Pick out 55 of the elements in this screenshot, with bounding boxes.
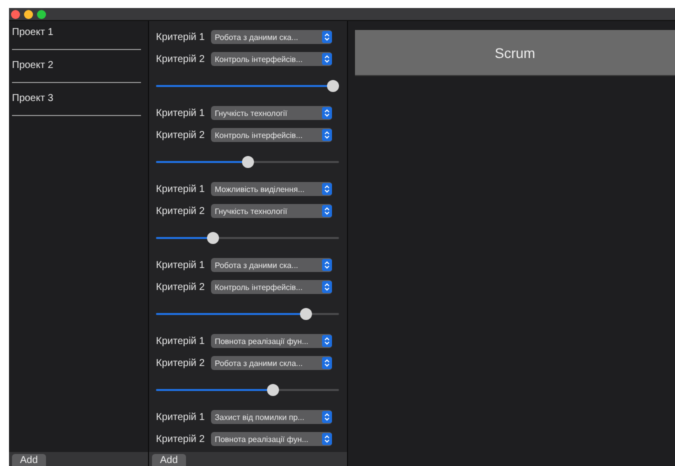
criterion-dropdown[interactable]: Можливість виділення... xyxy=(210,182,332,196)
result-banner: Scrum xyxy=(355,30,675,76)
criterion-label: Критерій 2 xyxy=(156,54,205,64)
criterion-label: Критерій 2 xyxy=(156,206,205,216)
slider[interactable] xyxy=(156,308,339,320)
criterion-dropdown[interactable]: Повнота реалізації фун... xyxy=(210,334,332,348)
stepper-icon xyxy=(322,259,332,271)
criterion-dropdown[interactable]: Контроль інтерфейсів... xyxy=(210,128,332,142)
slider-thumb[interactable] xyxy=(242,156,254,168)
criterion-label: Критерій 2 xyxy=(156,358,205,368)
stepper-icon xyxy=(322,281,332,293)
criterion-dropdown[interactable]: Повнота реалізації фун... xyxy=(210,432,332,446)
stepper-icon xyxy=(322,183,332,195)
criterion-label: Критерій 2 xyxy=(156,130,205,140)
criterion-dropdown[interactable]: Захист від помилки пр... xyxy=(210,410,332,424)
slider[interactable] xyxy=(156,80,339,92)
criterion-dropdown[interactable]: Контроль інтерфейсів... xyxy=(210,280,332,294)
criterion-label: Критерій 1 xyxy=(156,260,205,270)
slider-thumb[interactable] xyxy=(207,232,220,244)
criterion-label: Критерій 2 xyxy=(156,434,205,444)
stepper-icon xyxy=(322,357,332,369)
project-item[interactable]: Проект 1 xyxy=(12,25,141,50)
criterion-label: Критерій 1 xyxy=(156,336,205,346)
criterion-label: Критерій 1 xyxy=(156,32,205,42)
criterion-label: Критерій 1 xyxy=(156,108,205,118)
stepper-icon xyxy=(322,53,332,65)
close-button[interactable] xyxy=(11,10,20,18)
criterion-label: Критерій 1 xyxy=(156,412,205,422)
criterion-dropdown[interactable]: Гнучкість технології xyxy=(210,204,332,218)
add-button[interactable]: Add xyxy=(152,454,186,466)
slider[interactable] xyxy=(156,384,339,396)
criterion-dropdown[interactable]: Гнучкість технології xyxy=(210,106,332,120)
stepper-icon xyxy=(322,335,332,347)
slider-thumb[interactable] xyxy=(267,384,280,396)
criterion-dropdown[interactable]: Робота з даними ска... xyxy=(210,30,332,44)
slider-thumb[interactable] xyxy=(327,80,339,92)
criterion-dropdown[interactable]: Робота з даними скла... xyxy=(210,356,332,370)
project-item[interactable]: Проект 2 xyxy=(12,58,141,83)
slider[interactable] xyxy=(156,156,339,168)
criterion-label: Критерій 1 xyxy=(156,184,205,194)
zoom-button[interactable] xyxy=(37,10,46,18)
stepper-icon xyxy=(322,107,332,119)
add-button[interactable]: Add xyxy=(12,454,46,466)
stepper-icon xyxy=(322,433,332,445)
project-item[interactable]: Проект 3 xyxy=(12,91,141,116)
minimize-button[interactable] xyxy=(24,10,33,18)
criterion-label: Критерій 2 xyxy=(156,282,205,292)
stepper-icon xyxy=(322,205,332,217)
criterion-dropdown[interactable]: Робота з даними ска... xyxy=(210,258,332,272)
stepper-icon xyxy=(322,129,332,141)
stepper-icon xyxy=(322,31,332,43)
criterion-dropdown[interactable]: Контроль інтерфейсів... xyxy=(210,52,332,66)
slider-thumb[interactable] xyxy=(300,308,312,320)
stepper-icon xyxy=(322,411,332,423)
slider[interactable] xyxy=(156,232,339,244)
